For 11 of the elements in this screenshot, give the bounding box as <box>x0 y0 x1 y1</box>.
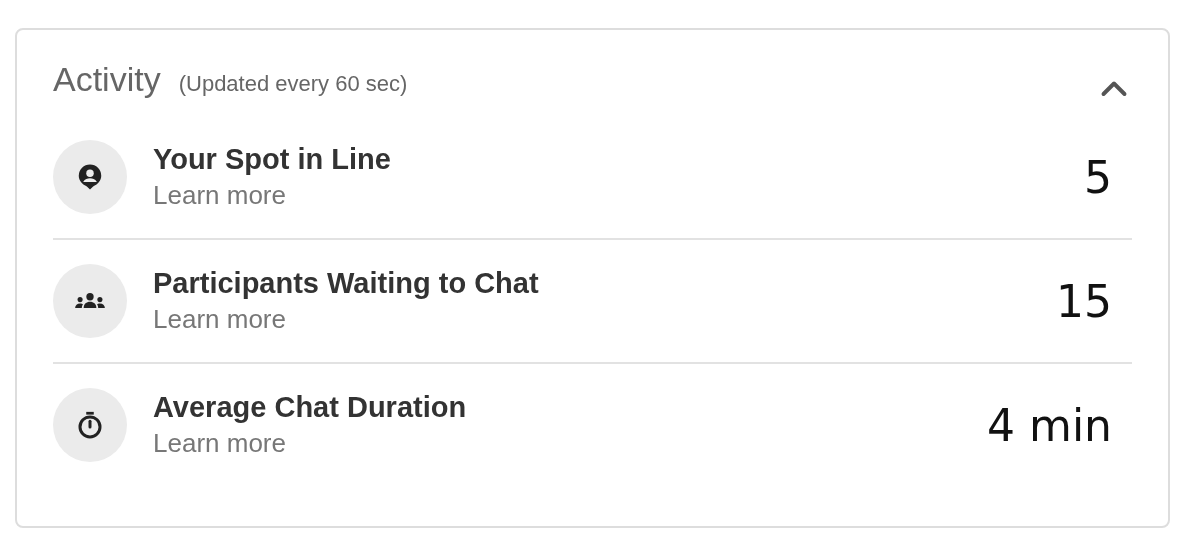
learn-more-link[interactable]: Learn more <box>153 428 467 459</box>
metric-label: Participants Waiting to Chat <box>153 267 539 300</box>
panel-title: Activity <box>53 60 161 99</box>
metric-value: 15 <box>1056 275 1112 327</box>
learn-more-link[interactable]: Learn more <box>153 180 391 211</box>
metric-value: 5 <box>1084 151 1112 203</box>
update-note: (Updated every 60 sec) <box>178 71 408 97</box>
learn-more-link[interactable]: Learn more <box>153 304 539 335</box>
metric-label: Average Chat Duration <box>153 391 467 424</box>
metric-label: Your Spot in Line <box>153 143 391 176</box>
metric-value: 4 min <box>987 399 1112 451</box>
